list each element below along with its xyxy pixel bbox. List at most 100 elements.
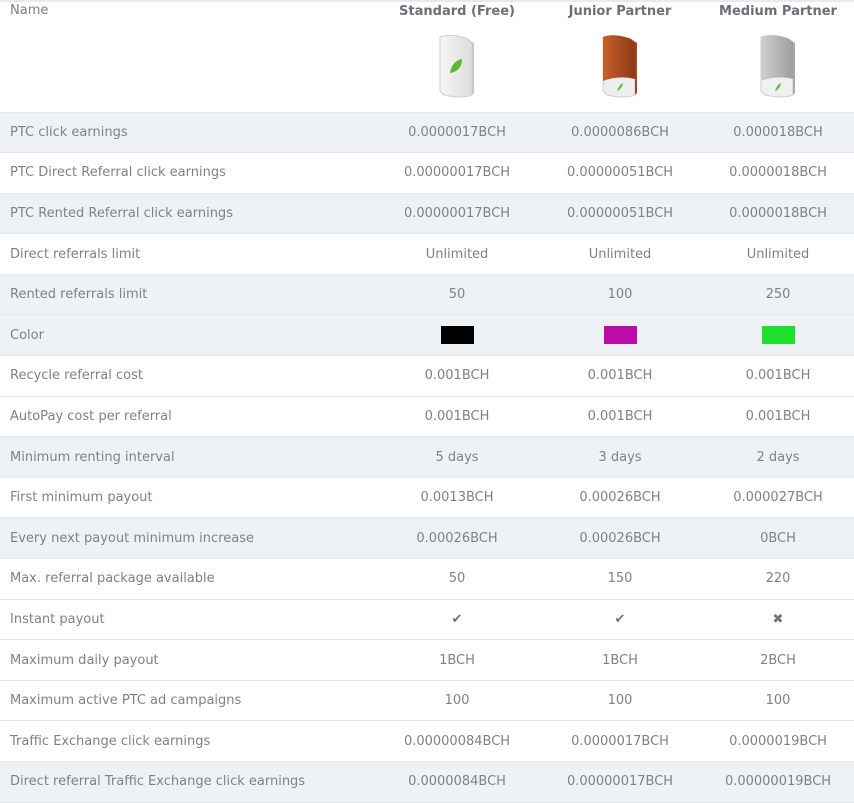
value-cell: Unlimited [538,233,702,275]
value-cell: 0.00000084BCH [376,720,538,762]
row-label: Recycle referral cost [0,355,376,397]
check-icon: ✔ [614,611,626,627]
color-swatch [761,326,795,345]
row-label: Maximum daily payout [0,639,376,681]
value-cell: 0.000027BCH [702,477,854,519]
row-label: PTC click earnings [0,112,376,154]
name-column-header: Name [0,0,376,113]
software-box-orange-icon [602,34,637,98]
value-cell: 0.00026BCH [538,517,702,560]
row-label: Traffic Exchange click earnings [0,720,376,762]
mark-cell: ✔ [376,599,538,641]
row-label: AutoPay cost per referral [0,396,376,438]
value-cell: 0.0000017BCH [376,112,538,154]
value-cell: 0.0000086BCH [538,112,702,154]
value-cell: 100 [538,680,702,722]
value-cell: 1BCH [376,639,538,681]
plan-header-junior: Junior Partner [538,0,702,113]
table-row: Direct referrals limit Unlimited Unlimited… [0,233,854,275]
value-cell: 0.000018BCH [702,112,854,154]
row-label: Direct referral Traffic Exchange click e… [0,761,376,803]
value-cell: 0.00000051BCH [538,152,702,194]
row-label: Direct referrals limit [0,233,376,275]
value-cell: Unlimited [702,233,854,275]
value-cell: 0.00000017BCH [376,152,538,194]
row-label: Instant payout [0,599,376,641]
row-label: Max. referral package available [0,558,376,600]
row-label: Rented referrals limit [0,274,376,316]
membership-comparison-table: Name Standard (Free) Junior Partner Medi… [0,0,854,803]
value-cell: 0.001BCH [538,396,702,438]
value-cell: 0.00000017BCH [538,761,702,803]
value-cell: 0BCH [702,517,854,560]
table-row: Maximum active PTC ad campaigns 100 100 100 [0,680,854,722]
value-cell: 100 [702,680,854,722]
value-cell: 0.0000018BCH [702,152,854,194]
value-cell: 250 [702,274,854,316]
value-cell: Unlimited [376,233,538,275]
value-cell: 1BCH [538,639,702,681]
table-row: First minimum payout 0.0013BCH 0.00026BCH 0… [0,477,854,519]
row-label: Color [0,314,376,357]
value-cell: 0.0000019BCH [702,720,854,762]
table-row: AutoPay cost per referral 0.001BCH 0.001BC… [0,396,854,438]
value-cell: 0.0013BCH [376,477,538,519]
value-cell: 0.00000051BCH [538,193,702,235]
table-row: Every next payout minimum increase 0.0002… [0,517,854,560]
table-row: Color [0,314,854,357]
color-cell [538,314,702,357]
row-label: Maximum active PTC ad campaigns [0,680,376,722]
value-cell: 0.00000019BCH [702,761,854,803]
row-label: Minimum renting interval [0,436,376,478]
table-row: Direct referral Traffic Exchange click e… [0,761,854,803]
table-row: PTC click earnings 0.0000017BCH 0.0000086B… [0,112,854,154]
table-row: Rented referrals limit 50 100 250 [0,274,854,316]
value-cell: 3 days [538,436,702,478]
value-cell: 0.001BCH [376,355,538,397]
row-label: PTC Direct Referral click earnings [0,152,376,194]
plan-title: Medium Partner [719,4,837,19]
value-cell: 0.001BCH [538,355,702,397]
plan-title: Junior Partner [568,4,672,19]
software-box-gray-icon [760,34,795,98]
value-cell: 100 [538,274,702,316]
value-cell: 0.00026BCH [538,477,702,519]
table-row: Recycle referral cost 0.001BCH 0.001BCH 0.0… [0,355,854,397]
table-row: Traffic Exchange click earnings 0.0000008… [0,720,854,762]
color-swatch [603,326,637,345]
row-label: PTC Rented Referral click earnings [0,193,376,235]
value-cell: 0.0000084BCH [376,761,538,803]
value-cell: 220 [702,558,854,600]
value-cell: 50 [376,274,538,316]
plan-title: Standard (Free) [399,4,515,19]
value-cell: 100 [376,680,538,722]
color-cell [702,314,854,357]
value-cell: 50 [376,558,538,600]
value-cell: 5 days [376,436,538,478]
cross-icon: ✖ [772,611,784,627]
value-cell: 0.001BCH [702,396,854,438]
value-cell: 0.0000018BCH [702,193,854,235]
table-row: PTC Rented Referral click earnings 0.0000… [0,193,854,235]
color-cell [376,314,538,357]
table-row: Instant payout ✔ ✔ ✖ [0,599,854,641]
mark-cell: ✔ [538,599,702,641]
plan-header-medium: Medium Partner [702,0,854,113]
value-cell: 2 days [702,436,854,478]
value-cell: 0.00000017BCH [376,193,538,235]
value-cell: 0.001BCH [702,355,854,397]
check-icon: ✔ [451,611,463,627]
row-label: First minimum payout [0,477,376,519]
value-cell: 0.001BCH [376,396,538,438]
software-box-white-icon [439,34,474,98]
value-cell: 150 [538,558,702,600]
plan-header-standard: Standard (Free) [376,0,538,113]
mark-cell: ✖ [702,599,854,641]
row-label: Every next payout minimum increase [0,517,376,560]
color-swatch [440,326,474,345]
table-row: Minimum renting interval 5 days 3 days 2 da… [0,436,854,478]
table-row: Maximum daily payout 1BCH 1BCH 2BCH [0,639,854,681]
value-cell: 2BCH [702,639,854,681]
value-cell: 0.0000017BCH [538,720,702,762]
table-row: Max. referral package available 50 150 220 [0,558,854,600]
